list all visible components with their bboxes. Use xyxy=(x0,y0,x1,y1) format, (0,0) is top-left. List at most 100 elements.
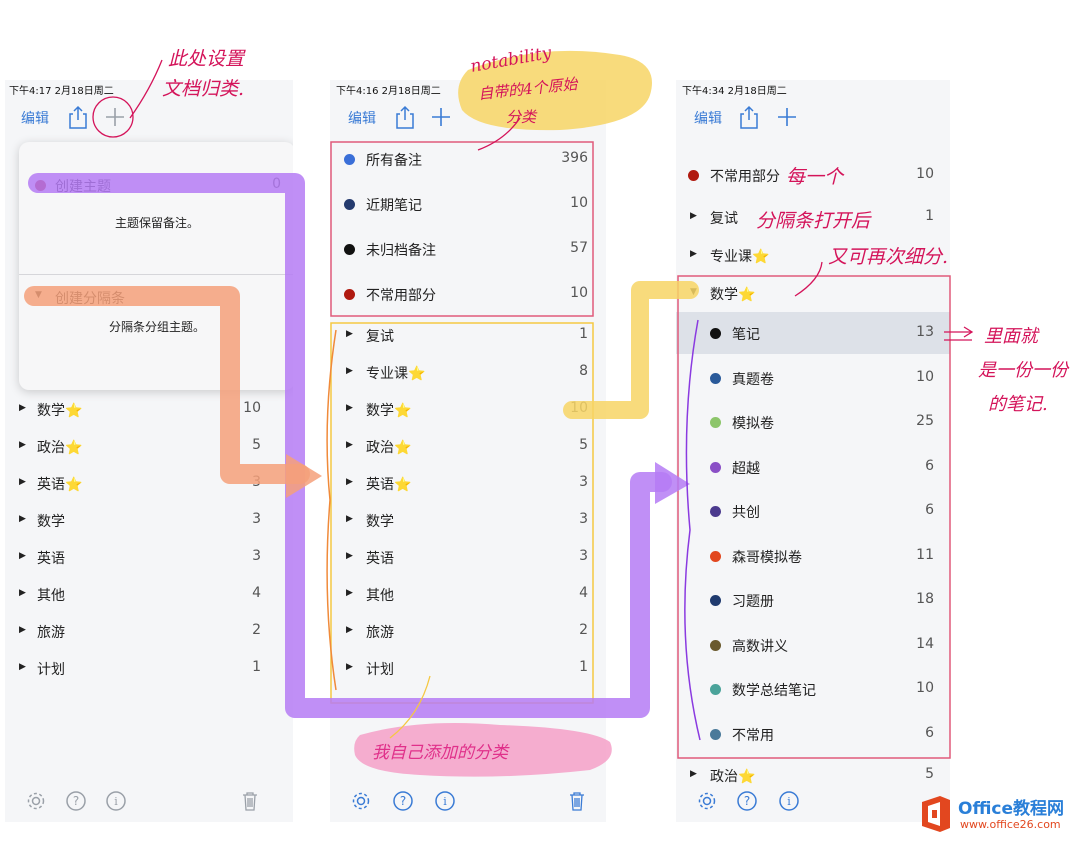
list-item[interactable]: 不常用部分 10 xyxy=(330,275,606,313)
list-item[interactable]: 共创 6 xyxy=(676,492,950,530)
list-item[interactable]: 近期笔记 10 xyxy=(330,185,606,223)
edit-button[interactable]: 编辑 xyxy=(21,108,49,128)
list-item[interactable]: ▶ 数学 3 xyxy=(5,501,293,539)
list-item[interactable]: 模拟卷 25 xyxy=(676,403,950,441)
list-item[interactable]: 高数讲义 14 xyxy=(676,626,950,664)
status-bar: 下午4:16 2月18日周二 xyxy=(336,86,441,97)
category-dot xyxy=(710,328,721,339)
office-logo-icon xyxy=(922,796,950,832)
list-item[interactable]: ▶ 其他 4 xyxy=(330,575,606,613)
disclosure-icon: ▶ xyxy=(346,329,353,339)
list-item[interactable]: ▶ 专业课⭐ 8 xyxy=(330,353,606,391)
divider-annotation-line1: 每一个 xyxy=(786,166,844,188)
help-icon[interactable]: ? xyxy=(736,790,758,812)
disclosure-icon: ▶ xyxy=(19,440,26,450)
trash-icon[interactable] xyxy=(239,790,261,812)
svg-text:i: i xyxy=(114,795,118,808)
category-dot xyxy=(710,684,721,695)
list-item[interactable]: 所有备注 396 xyxy=(330,140,606,178)
list-item[interactable]: ▶ 政治⭐ 5 xyxy=(5,427,293,465)
create-topic-row[interactable]: 创建主题 0 xyxy=(19,172,293,198)
office-logo-title: Office教程网 xyxy=(958,799,1065,819)
info-icon[interactable]: i xyxy=(778,790,800,812)
add-icon[interactable] xyxy=(102,104,128,130)
disclosure-icon: ▶ xyxy=(346,440,353,450)
list-item[interactable]: ▶ 政治⭐ 5 xyxy=(330,427,606,465)
trash-icon[interactable] xyxy=(566,790,588,812)
list-item[interactable]: 森哥模拟卷 11 xyxy=(676,537,950,575)
category-dot xyxy=(710,373,721,384)
popover-divider xyxy=(19,274,293,275)
svg-text:i: i xyxy=(443,795,447,808)
status-bar: 下午4:34 2月18日周二 xyxy=(682,86,787,97)
share-icon[interactable] xyxy=(65,104,91,130)
category-dot xyxy=(344,154,355,165)
open-divider[interactable]: ▼ 数学⭐ xyxy=(676,274,950,312)
divider-description: 分隔条分组主题。 xyxy=(108,320,205,334)
notes-annotation-line1: 里面就 xyxy=(984,326,1038,347)
share-icon[interactable] xyxy=(392,104,418,130)
list-item[interactable]: 真题卷 10 xyxy=(676,359,950,397)
list-item[interactable]: ▶ 数学⭐ 10 xyxy=(5,390,293,428)
gear-icon[interactable] xyxy=(25,790,47,812)
disclosure-icon: ▶ xyxy=(19,477,26,487)
edit-button[interactable]: 编辑 xyxy=(694,108,722,128)
list-item[interactable]: ▶ 英语 3 xyxy=(5,538,293,576)
category-dot xyxy=(710,506,721,517)
category-dot xyxy=(710,417,721,428)
disclosure-icon: ▶ xyxy=(19,514,26,524)
plus-annotation-line2: 文档归类. xyxy=(162,78,245,100)
category-dot xyxy=(710,595,721,606)
disclosure-icon: ▶ xyxy=(346,625,353,635)
gear-icon[interactable] xyxy=(350,790,372,812)
help-icon[interactable]: ? xyxy=(392,790,414,812)
disclosure-icon: ▶ xyxy=(690,211,697,221)
topic-color-dot xyxy=(35,180,46,191)
disclosure-icon: ▶ xyxy=(346,551,353,561)
add-icon[interactable] xyxy=(428,104,454,130)
list-item[interactable]: ▶ 旅游 2 xyxy=(330,612,606,650)
disclosure-open-icon: ▼ xyxy=(690,287,697,297)
share-icon[interactable] xyxy=(736,104,762,130)
office-logo: Office教程网 www.office26.com xyxy=(918,792,1078,836)
category-dot xyxy=(344,244,355,255)
list-item[interactable]: 数学总结笔记 10 xyxy=(676,670,950,708)
list-item[interactable]: ▶ 英语⭐ 3 xyxy=(5,464,293,502)
notability-annotation-line1: notability xyxy=(468,43,553,77)
right-panel: 下午4:34 2月18日周二 编辑 不常用部分 10 ▶ 复试 1 ▶ 专业课⭐ ▼ 数学… xyxy=(676,80,950,822)
list-item[interactable]: ▶ 复试 1 xyxy=(330,316,606,354)
list-item[interactable]: ▶ 计划 1 xyxy=(330,649,606,687)
help-icon[interactable]: ? xyxy=(65,790,87,812)
list-item[interactable]: ▶ 数学⭐ 10 xyxy=(330,390,606,428)
info-icon[interactable]: i xyxy=(434,790,456,812)
svg-text:?: ? xyxy=(744,794,750,808)
edit-button[interactable]: 编辑 xyxy=(348,108,376,128)
category-dot xyxy=(688,170,699,181)
svg-text:i: i xyxy=(787,795,791,808)
disclosure-icon: ▶ xyxy=(19,403,26,413)
toolbar: 编辑 xyxy=(330,102,606,132)
list-item[interactable]: 不常用 6 xyxy=(676,715,950,753)
list-item[interactable]: ▶ 其他 4 xyxy=(5,575,293,613)
list-item[interactable]: ▶ 计划 1 xyxy=(5,649,293,687)
add-icon[interactable] xyxy=(774,104,800,130)
info-icon[interactable]: i xyxy=(105,790,127,812)
list-item[interactable]: ▶ 英语⭐ 3 xyxy=(330,464,606,502)
create-divider-row[interactable]: ▼ 创建分隔条 xyxy=(19,285,293,311)
list-item[interactable]: 超越 6 xyxy=(676,448,950,486)
svg-text:?: ? xyxy=(400,794,406,808)
list-item[interactable]: 笔记 13 xyxy=(676,314,950,352)
toolbar: 编辑 xyxy=(676,102,950,132)
list-item[interactable]: 未归档备注 57 xyxy=(330,230,606,268)
list-item[interactable]: ▶ 旅游 2 xyxy=(5,612,293,650)
category-dot xyxy=(710,729,721,740)
category-dot xyxy=(710,462,721,473)
gear-icon[interactable] xyxy=(696,790,718,812)
disclosure-icon: ▶ xyxy=(346,366,353,376)
notes-annotation-line3: 的笔记. xyxy=(988,394,1048,415)
bottom-toolbar: ? i xyxy=(330,780,606,822)
list-item[interactable]: ▶ 数学 3 xyxy=(330,501,606,539)
middle-panel: 下午4:16 2月18日周二 编辑 所有备注 396 近期笔记 10 未归档备注 57… xyxy=(330,80,606,822)
list-item[interactable]: ▶ 英语 3 xyxy=(330,538,606,576)
list-item[interactable]: 习题册 18 xyxy=(676,581,950,619)
